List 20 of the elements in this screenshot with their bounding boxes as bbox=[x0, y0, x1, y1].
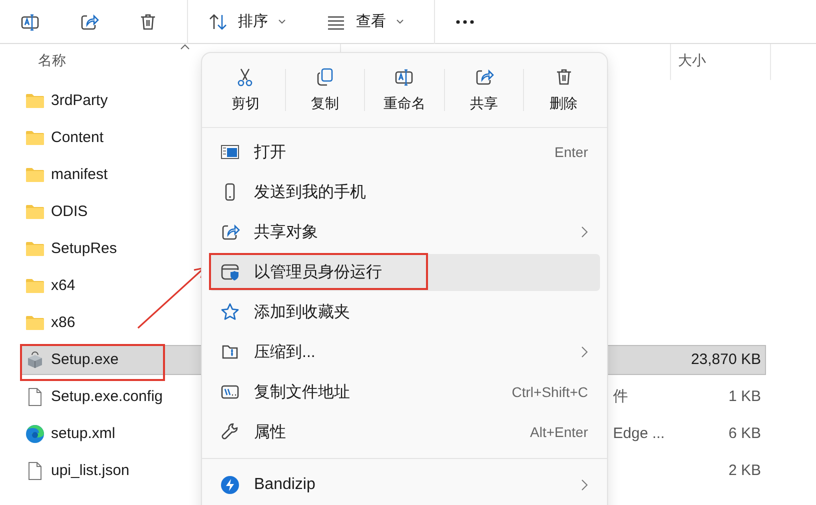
file-name: ODIS bbox=[51, 203, 88, 220]
file-size: 6 KB bbox=[728, 425, 761, 442]
file-size: 1 KB bbox=[728, 388, 761, 405]
file-name: upi_list.json bbox=[51, 462, 130, 479]
file-name: manifest bbox=[51, 166, 108, 183]
file-name: 3rdParty bbox=[51, 92, 108, 109]
file-name: SetupRes bbox=[51, 240, 117, 257]
shortcut-label: Alt+Enter bbox=[530, 424, 588, 440]
file-size: 23,870 KB bbox=[690, 351, 761, 368]
file-size: 2 KB bbox=[728, 462, 761, 479]
file-name: Setup.exe.config bbox=[51, 388, 163, 405]
file-name: setup.xml bbox=[51, 425, 116, 442]
file-type: 件 bbox=[613, 388, 628, 405]
file-name: Content bbox=[51, 129, 104, 146]
shortcut-label: Ctrl+Shift+C bbox=[512, 384, 588, 400]
file-name: Setup.exe bbox=[51, 351, 119, 368]
file-type: Edge ... bbox=[613, 425, 665, 442]
file-name: x64 bbox=[51, 277, 76, 294]
file-name: x86 bbox=[51, 314, 76, 331]
shortcut-label: Enter bbox=[554, 144, 588, 160]
